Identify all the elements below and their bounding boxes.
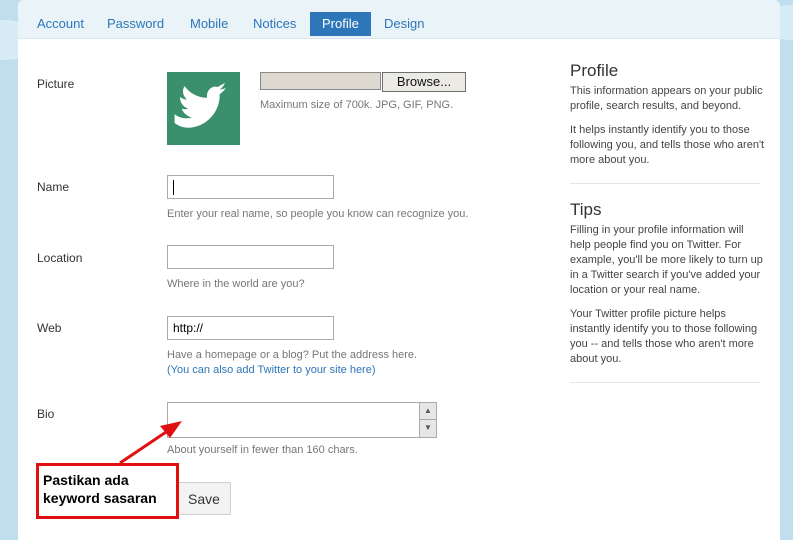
tab-password[interactable]: Password [107,12,164,36]
sidebar-divider [570,183,760,184]
sidebar-tips-title: Tips [570,200,602,219]
sidebar-divider [570,382,760,383]
add-twitter-link[interactable]: (You can also add Twitter to your site h… [167,364,376,376]
location-label: Location [37,251,83,265]
tab-notices[interactable]: Notices [253,12,296,36]
bio-textarea[interactable]: ▲ ▼ [167,402,437,438]
name-label: Name [37,180,70,194]
profile-avatar [167,72,240,145]
location-hint: Where in the world are you? [167,278,305,290]
browse-button[interactable]: Browse... [382,72,466,92]
bio-label: Bio [37,407,55,421]
picture-hint: Maximum size of 700k. JPG, GIF, PNG. [260,99,454,111]
name-hint: Enter your real name, so people you know… [167,208,469,220]
annotation-line-1: Pastikan ada [43,472,129,488]
sidebar-profile-text-1: This information appears on your public … [570,85,763,112]
sidebar-tips-text-1: Filling in your profile information will… [570,224,763,296]
twitter-bird-icon [174,82,226,128]
save-button[interactable]: Save [177,482,231,515]
tab-mobile[interactable]: Mobile [190,12,228,36]
web-input[interactable] [167,316,334,340]
web-hint: Have a homepage or a blog? Put the addre… [167,349,418,361]
scroll-down-arrow-icon[interactable]: ▼ [419,420,436,437]
annotation-callout: Pastikan ada keyword sasaran [36,463,179,519]
sidebar-tips-text-2: Your Twitter profile picture helps insta… [570,308,758,365]
tab-profile[interactable]: Profile [310,12,371,36]
web-label: Web [37,321,62,335]
text-cursor [173,180,174,195]
file-path-field[interactable] [260,72,381,90]
scroll-up-arrow-icon[interactable]: ▲ [419,403,436,420]
location-input[interactable] [167,245,334,269]
tab-design[interactable]: Design [384,12,424,36]
sidebar-profile-title: Profile [570,61,619,80]
tab-account[interactable]: Account [37,12,84,36]
bio-hint: About yourself in fewer than 160 chars. [167,444,358,456]
picture-label: Picture [37,77,75,91]
annotation-line-2: keyword sasaran [43,490,157,506]
settings-page: Account Password Mobile Notices Profile … [18,0,780,540]
name-input[interactable] [167,175,334,199]
sidebar-profile-text-2: It helps instantly identify you to those… [570,124,765,166]
settings-tabs: Account Password Mobile Notices Profile … [18,0,780,39]
